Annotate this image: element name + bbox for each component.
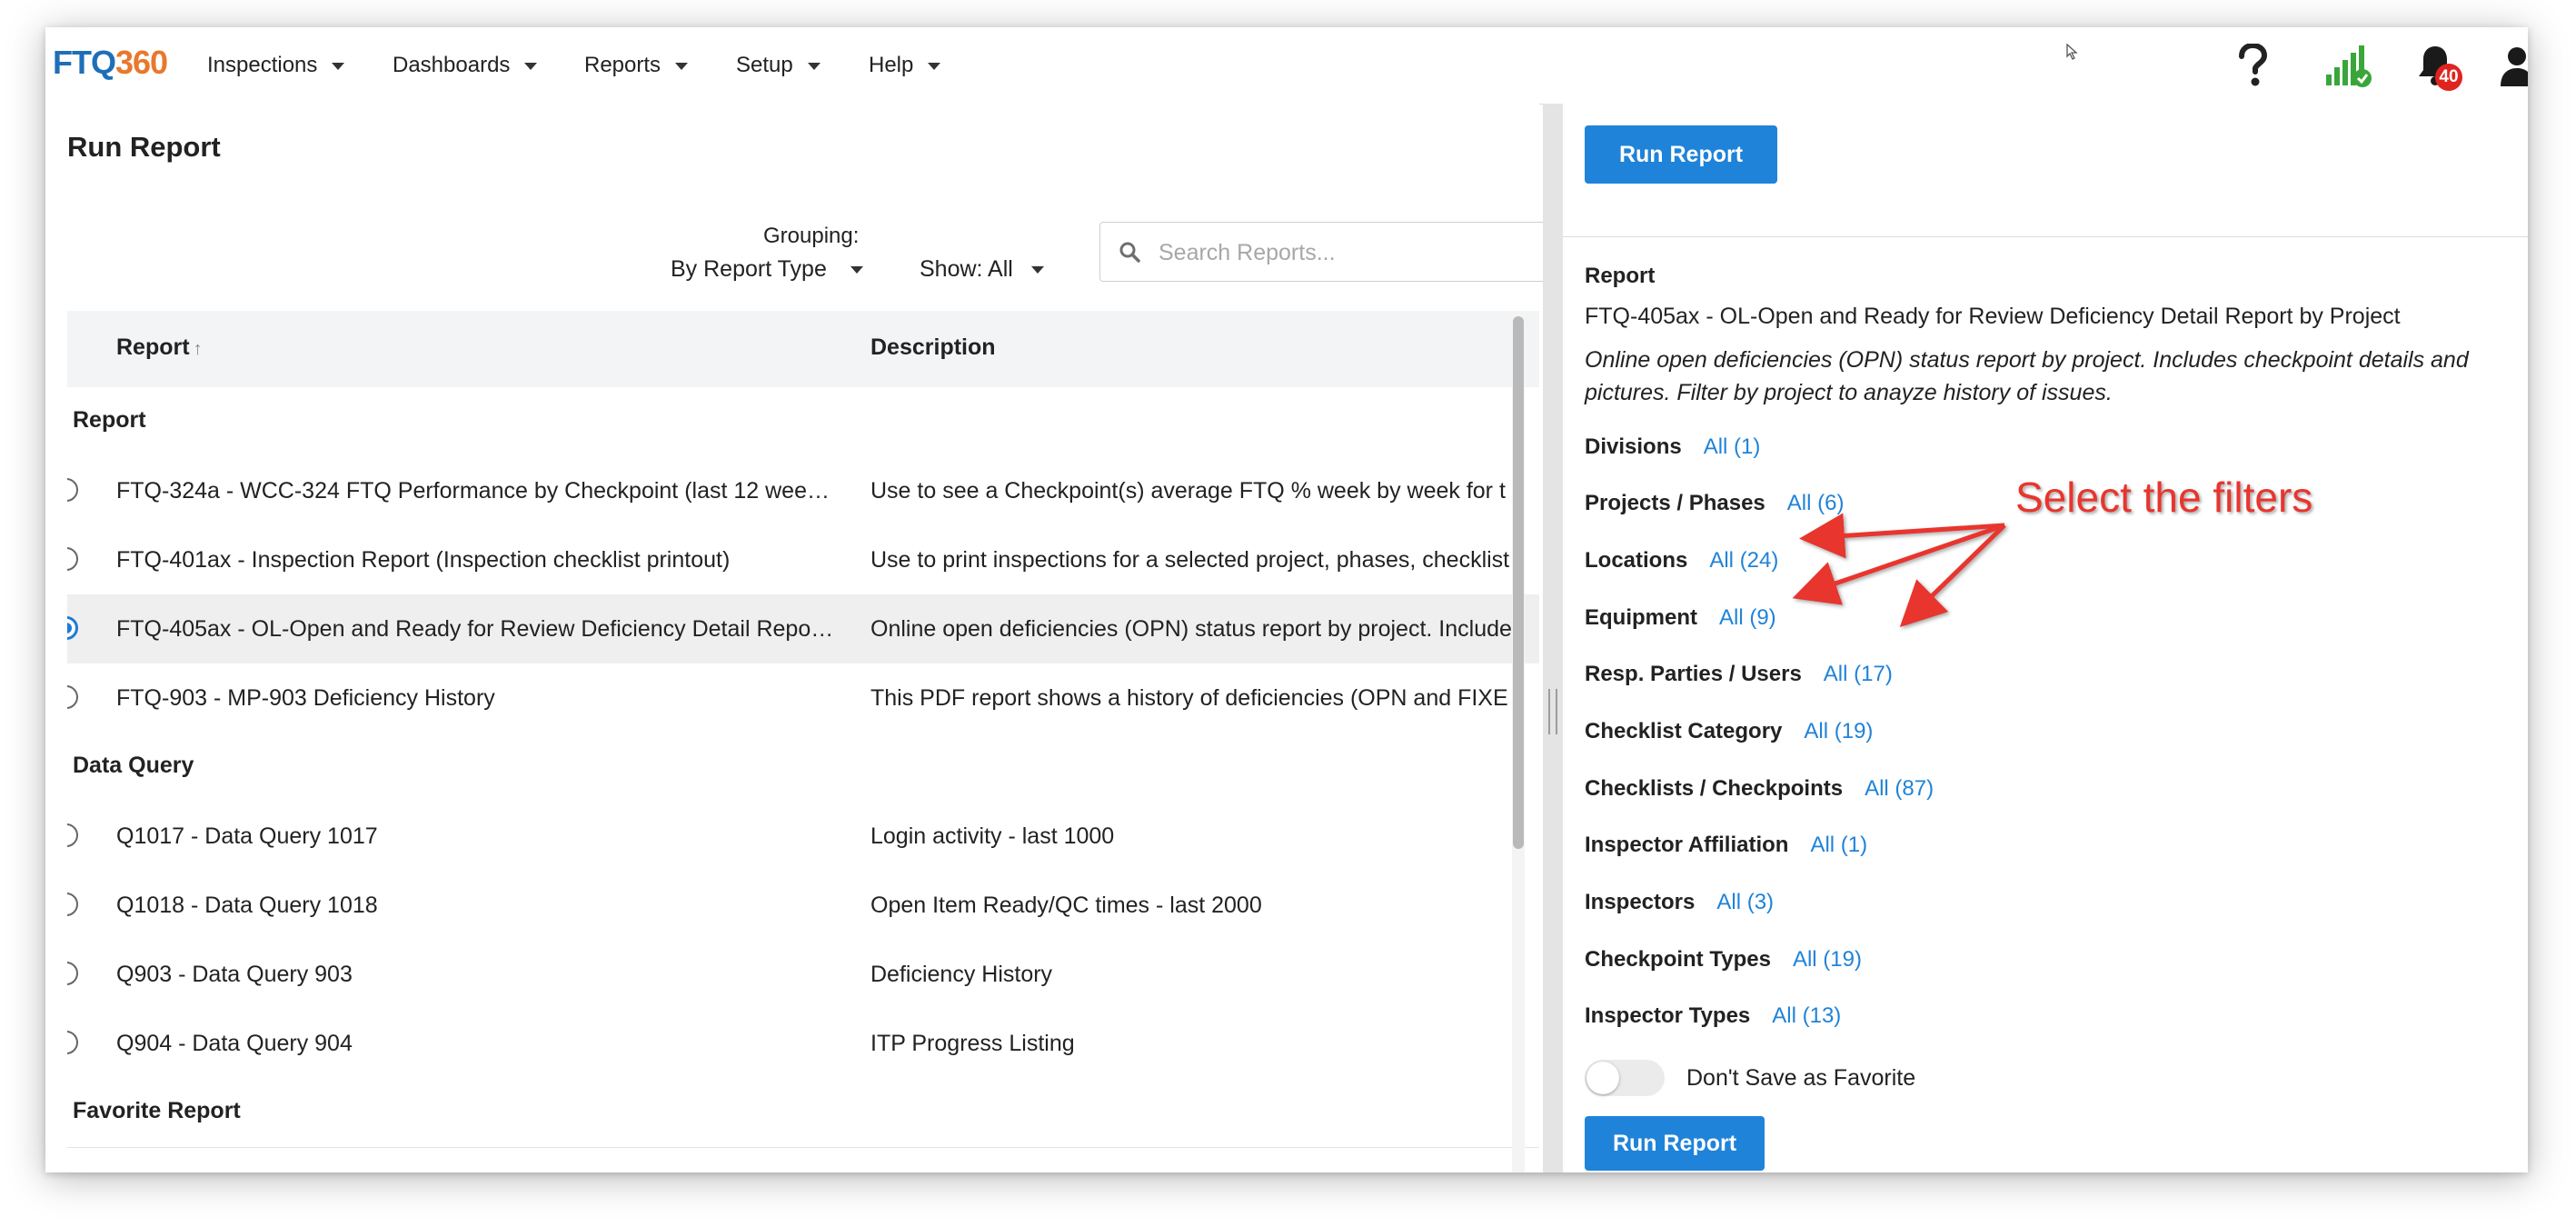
annotation-arrows [1792, 513, 2006, 627]
arrow-to-resp-parties [1899, 524, 2006, 627]
annotation-callout: Select the filters [2015, 474, 2313, 521]
